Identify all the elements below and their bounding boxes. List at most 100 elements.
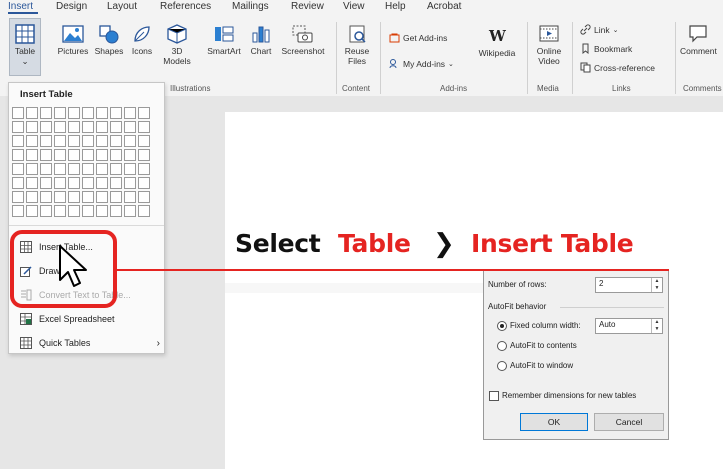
grid-cell[interactable] bbox=[68, 121, 80, 133]
fixed-width-spinner[interactable]: Auto ▲ ▼ bbox=[595, 318, 663, 334]
remember-dimensions-checkbox[interactable] bbox=[489, 391, 499, 401]
grid-cell[interactable] bbox=[12, 121, 24, 133]
grid-cell[interactable] bbox=[54, 177, 66, 189]
grid-cell[interactable] bbox=[68, 191, 80, 203]
grid-cell[interactable] bbox=[82, 107, 94, 119]
grid-cell[interactable] bbox=[12, 177, 24, 189]
my-addins-button[interactable]: My Add-ins ⌄ bbox=[389, 58, 454, 69]
grid-cell[interactable] bbox=[124, 107, 136, 119]
table-button[interactable]: Table ⌄ bbox=[10, 24, 40, 66]
grid-cell[interactable] bbox=[26, 205, 38, 217]
grid-cell[interactable] bbox=[110, 163, 122, 175]
grid-cell[interactable] bbox=[68, 163, 80, 175]
grid-cell[interactable] bbox=[12, 107, 24, 119]
bookmark-button[interactable]: Bookmark bbox=[580, 43, 632, 54]
grid-cell[interactable] bbox=[54, 191, 66, 203]
grid-cell[interactable] bbox=[96, 177, 108, 189]
grid-cell[interactable] bbox=[124, 191, 136, 203]
excel-spreadsheet-menu-item[interactable]: Excel Spreadsheet bbox=[20, 313, 115, 325]
grid-cell[interactable] bbox=[82, 191, 94, 203]
grid-cell[interactable] bbox=[54, 149, 66, 161]
grid-cell[interactable] bbox=[54, 205, 66, 217]
cross-reference-button[interactable]: Cross-reference bbox=[580, 62, 655, 73]
grid-cell[interactable] bbox=[138, 205, 150, 217]
grid-cell[interactable] bbox=[40, 121, 52, 133]
grid-cell[interactable] bbox=[40, 107, 52, 119]
grid-cell[interactable] bbox=[110, 121, 122, 133]
grid-cell[interactable] bbox=[96, 121, 108, 133]
spinner-arrows-icon[interactable]: ▲ ▼ bbox=[651, 319, 662, 333]
grid-cell[interactable] bbox=[54, 135, 66, 147]
cancel-button[interactable]: Cancel bbox=[594, 413, 664, 431]
grid-cell[interactable] bbox=[26, 107, 38, 119]
grid-cell[interactable] bbox=[40, 205, 52, 217]
tab-insert[interactable]: Insert bbox=[8, 1, 33, 12]
grid-cell[interactable] bbox=[138, 107, 150, 119]
grid-cell[interactable] bbox=[138, 135, 150, 147]
grid-cell[interactable] bbox=[40, 149, 52, 161]
grid-cell[interactable] bbox=[54, 163, 66, 175]
grid-cell[interactable] bbox=[26, 163, 38, 175]
grid-cell[interactable] bbox=[138, 121, 150, 133]
grid-cell[interactable] bbox=[96, 149, 108, 161]
grid-cell[interactable] bbox=[82, 135, 94, 147]
grid-cell[interactable] bbox=[26, 177, 38, 189]
3d-models-button[interactable]: 3D Models bbox=[160, 24, 194, 66]
grid-cell[interactable] bbox=[124, 149, 136, 161]
grid-cell[interactable] bbox=[82, 163, 94, 175]
tab-view[interactable]: View bbox=[343, 1, 365, 12]
quick-tables-menu-item[interactable]: Quick Tables › bbox=[20, 337, 160, 349]
grid-cell[interactable] bbox=[12, 191, 24, 203]
grid-cell[interactable] bbox=[110, 177, 122, 189]
grid-cell[interactable] bbox=[138, 191, 150, 203]
screenshot-button[interactable]: Screenshot bbox=[278, 24, 328, 56]
grid-cell[interactable] bbox=[54, 121, 66, 133]
grid-cell[interactable] bbox=[138, 177, 150, 189]
grid-cell[interactable] bbox=[82, 205, 94, 217]
grid-cell[interactable] bbox=[96, 205, 108, 217]
chart-button[interactable]: Chart bbox=[247, 24, 275, 56]
rows-spinner[interactable]: 2 ▲ ▼ bbox=[595, 277, 663, 293]
grid-cell[interactable] bbox=[82, 121, 94, 133]
shapes-button[interactable]: Shapes bbox=[93, 24, 125, 56]
grid-cell[interactable] bbox=[68, 135, 80, 147]
grid-cell[interactable] bbox=[40, 191, 52, 203]
autofit-window-radio[interactable] bbox=[497, 361, 507, 371]
grid-cell[interactable] bbox=[68, 107, 80, 119]
ok-button[interactable]: OK bbox=[520, 413, 588, 431]
tab-help[interactable]: Help bbox=[385, 1, 406, 12]
tab-layout[interactable]: Layout bbox=[107, 1, 137, 12]
autofit-contents-radio[interactable] bbox=[497, 341, 507, 351]
grid-cell[interactable] bbox=[40, 177, 52, 189]
grid-cell[interactable] bbox=[110, 135, 122, 147]
grid-cell[interactable] bbox=[26, 135, 38, 147]
tab-references[interactable]: References bbox=[160, 1, 211, 12]
tab-acrobat[interactable]: Acrobat bbox=[427, 1, 461, 12]
pictures-button[interactable]: Pictures bbox=[55, 24, 91, 56]
grid-cell[interactable] bbox=[12, 135, 24, 147]
reuse-files-button[interactable]: Reuse Files bbox=[340, 24, 374, 66]
grid-cell[interactable] bbox=[96, 107, 108, 119]
grid-cell[interactable] bbox=[124, 121, 136, 133]
get-addins-button[interactable]: Get Add-ins bbox=[389, 32, 447, 43]
grid-cell[interactable] bbox=[124, 163, 136, 175]
grid-cell[interactable] bbox=[110, 205, 122, 217]
grid-cell[interactable] bbox=[40, 135, 52, 147]
online-video-button[interactable]: Online Video bbox=[532, 24, 566, 66]
grid-cell[interactable] bbox=[82, 177, 94, 189]
grid-cell[interactable] bbox=[54, 107, 66, 119]
grid-cell[interactable] bbox=[110, 191, 122, 203]
grid-cell[interactable] bbox=[110, 107, 122, 119]
grid-cell[interactable] bbox=[12, 163, 24, 175]
grid-cell[interactable] bbox=[96, 135, 108, 147]
grid-cell[interactable] bbox=[124, 177, 136, 189]
tab-design[interactable]: Design bbox=[56, 1, 87, 12]
grid-cell[interactable] bbox=[138, 163, 150, 175]
grid-cell[interactable] bbox=[138, 149, 150, 161]
fixed-column-width-radio[interactable] bbox=[497, 321, 507, 331]
tab-mailings[interactable]: Mailings bbox=[232, 1, 269, 12]
grid-cell[interactable] bbox=[68, 205, 80, 217]
smartart-button[interactable]: SmartArt bbox=[204, 24, 244, 56]
grid-cell[interactable] bbox=[124, 135, 136, 147]
grid-cell[interactable] bbox=[124, 205, 136, 217]
